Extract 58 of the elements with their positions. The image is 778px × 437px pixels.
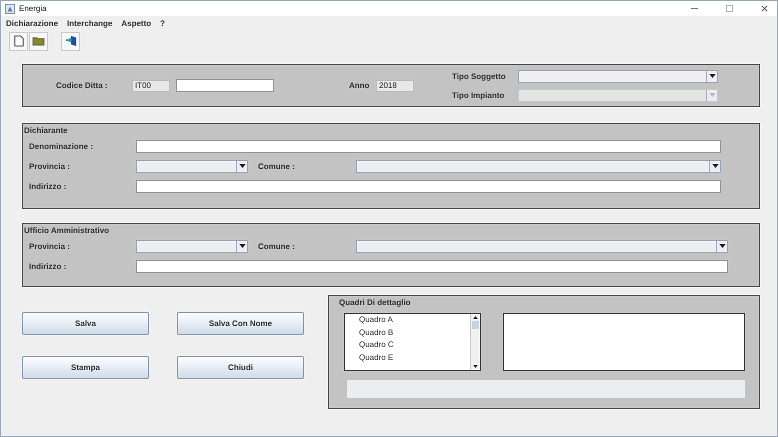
panel-title: Quadri Di dettaglio xyxy=(339,298,412,307)
field-label: Anno xyxy=(349,81,370,90)
code-prefix-field: IT00 xyxy=(132,80,170,92)
field-label: Indirizzo : xyxy=(29,182,68,190)
folder-icon xyxy=(32,36,45,46)
action-button[interactable]: Stampa xyxy=(22,356,149,379)
close-icon[interactable] xyxy=(760,4,769,13)
list-item[interactable]: Quadro E xyxy=(359,352,470,363)
dropdown-arrow-icon xyxy=(718,244,726,248)
menu-item[interactable]: ? xyxy=(160,18,166,28)
dropdown[interactable] xyxy=(356,240,728,252)
input-field[interactable] xyxy=(136,140,721,152)
export-button[interactable] xyxy=(61,32,80,50)
field-label: Comune : xyxy=(258,242,296,250)
field-label: Provincia : xyxy=(29,242,71,250)
document-icon xyxy=(14,35,24,47)
app-icon xyxy=(5,4,15,14)
dropdown[interactable] xyxy=(356,160,721,172)
field-label: Comune : xyxy=(258,162,296,170)
text-area[interactable] xyxy=(503,313,745,371)
list-item[interactable]: Quadro A xyxy=(359,315,470,326)
window-title: Energia xyxy=(19,4,47,13)
open-folder-button[interactable] xyxy=(29,32,48,50)
action-button[interactable]: Chiudi xyxy=(177,356,304,379)
panel-title: Ufficio Amministrativo xyxy=(24,226,110,235)
scroll-up-icon[interactable] xyxy=(473,316,478,319)
scroll-thumb[interactable] xyxy=(472,321,479,329)
year-field: 2018 xyxy=(376,80,414,92)
field-label: Tipo Impianto xyxy=(452,90,506,100)
field-label: Indirizzo : xyxy=(29,262,68,270)
panel-title: Dichiarante xyxy=(24,126,69,135)
field-label: Tipo Soggetto xyxy=(452,72,507,80)
dropdown-arrow-icon xyxy=(238,244,246,248)
dropdown[interactable] xyxy=(518,70,718,82)
scroll-down-icon[interactable] xyxy=(473,365,478,368)
dropdown-arrow-icon xyxy=(708,74,716,78)
action-button[interactable]: Salva Con Nome xyxy=(177,312,304,335)
dropdown-arrow-icon xyxy=(708,93,716,97)
dropdown[interactable] xyxy=(136,160,248,172)
scrollbar[interactable] xyxy=(470,314,480,370)
menu-item[interactable]: Aspetto xyxy=(121,18,152,28)
door-arrow-icon xyxy=(64,35,76,47)
maximize-icon[interactable] xyxy=(725,4,734,13)
action-button[interactable]: Salva xyxy=(22,312,149,335)
input-field[interactable] xyxy=(136,260,728,272)
dropdown-arrow-icon xyxy=(238,164,246,168)
menu-item[interactable]: Dichiarazione xyxy=(6,18,58,28)
input-field[interactable] xyxy=(136,180,721,192)
field-label: Codice Ditta : xyxy=(56,81,109,90)
input-field[interactable] xyxy=(176,79,274,92)
field-label: Denominazione : xyxy=(29,142,94,150)
list-item[interactable]: Quadro B xyxy=(359,328,470,338)
field-label: Provincia : xyxy=(29,162,71,170)
dropdown-arrow-icon xyxy=(712,164,718,168)
list-item[interactable]: Quadro C xyxy=(359,340,470,350)
menu-item[interactable]: Interchange xyxy=(67,18,112,28)
new-file-button[interactable] xyxy=(9,32,28,50)
dropdown[interactable] xyxy=(136,240,248,252)
